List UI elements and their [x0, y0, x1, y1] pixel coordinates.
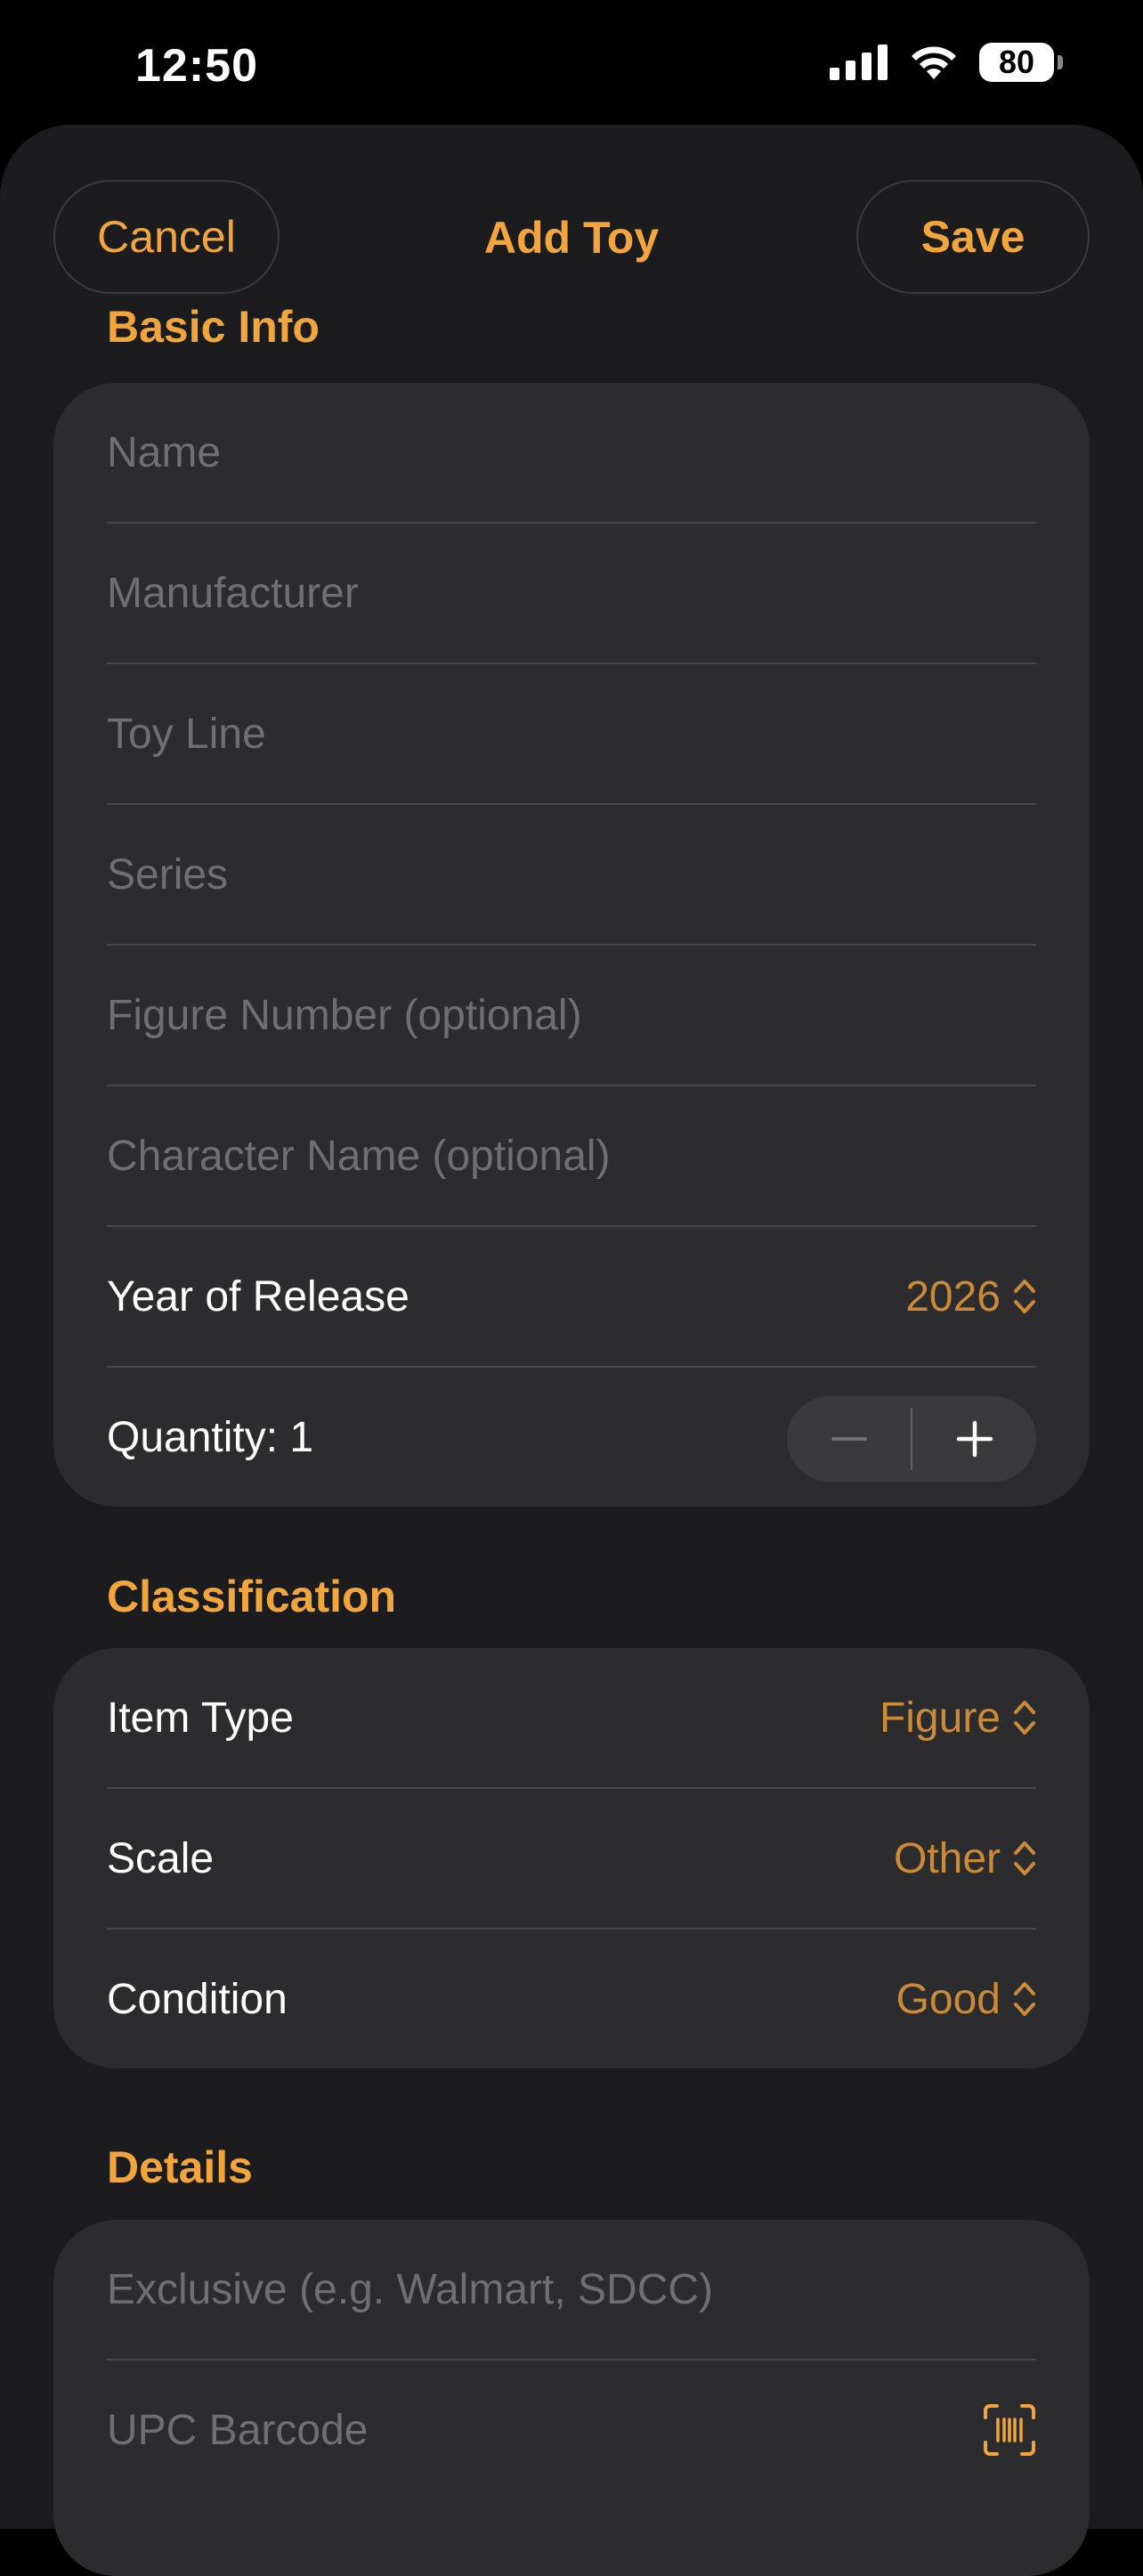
- basic-info-group: Name Manufacturer Toy Line Series Figure…: [53, 383, 1090, 1507]
- save-button[interactable]: Save: [856, 180, 1090, 294]
- status-icons: 80: [830, 43, 1063, 82]
- scale-row: Scale Other: [107, 1789, 1036, 1930]
- upc-barcode-field[interactable]: UPC Barcode: [107, 2361, 1036, 2499]
- section-header-basic-info: Basic Info: [107, 302, 320, 352]
- character-name-field[interactable]: Character Name (optional): [107, 1086, 1036, 1227]
- toy-line-placeholder: Toy Line: [107, 710, 266, 758]
- condition-row: Condition Good: [107, 1930, 1036, 2068]
- name-placeholder: Name: [107, 428, 222, 476]
- item-type-label: Item Type: [107, 1694, 294, 1742]
- manufacturer-placeholder: Manufacturer: [107, 569, 359, 617]
- status-time: 12:50: [135, 40, 258, 92]
- figure-number-field[interactable]: Figure Number (optional): [107, 946, 1036, 1086]
- chevron-up-down-icon: [1014, 1701, 1035, 1735]
- add-toy-sheet: Cancel Add Toy Save Basic Info Name Manu…: [0, 125, 1143, 2576]
- item-type-picker[interactable]: Figure: [880, 1648, 1036, 1787]
- details-group: Exclusive (e.g. Walmart, SDCC) UPC Barco…: [53, 2220, 1090, 2576]
- chevron-up-down-icon: [1014, 1280, 1035, 1313]
- section-header-details: Details: [107, 2142, 253, 2192]
- year-value: 2026: [905, 1272, 1001, 1321]
- chevron-up-down-icon: [1014, 1982, 1035, 2016]
- status-bar: 12:50 80: [0, 0, 1143, 125]
- decrement-button[interactable]: [787, 1396, 911, 1482]
- section-header-classification: Classification: [107, 1572, 397, 1621]
- battery-icon: 80: [979, 43, 1063, 82]
- scale-picker[interactable]: Other: [894, 1789, 1036, 1928]
- scale-label: Scale: [107, 1834, 215, 1882]
- upc-placeholder: UPC Barcode: [107, 2406, 369, 2454]
- quantity-row: Quantity: 1: [107, 1368, 1036, 1507]
- scale-value: Other: [893, 1834, 1001, 1882]
- character-name-placeholder: Character Name (optional): [107, 1132, 611, 1180]
- year-of-release-label: Year of Release: [107, 1272, 409, 1321]
- figure-number-placeholder: Figure Number (optional): [107, 991, 582, 1039]
- battery-level: 80: [998, 44, 1035, 80]
- exclusive-placeholder: Exclusive (e.g. Walmart, SDCC): [107, 2265, 713, 2313]
- classification-group: Item Type Figure Scale Other Condition G…: [53, 1648, 1090, 2068]
- battery-tip: [1058, 55, 1063, 69]
- increment-button[interactable]: [912, 1396, 1036, 1482]
- item-type-row: Item Type Figure: [107, 1648, 1036, 1789]
- condition-label: Condition: [107, 1975, 288, 2023]
- minus-icon: [831, 1437, 867, 1441]
- wifi-icon: [912, 46, 956, 79]
- toy-line-field[interactable]: Toy Line: [107, 664, 1036, 805]
- barcode-scan-icon[interactable]: [983, 2403, 1036, 2457]
- quantity-label: Quantity: 1: [107, 1413, 314, 1461]
- condition-picker[interactable]: Good: [896, 1930, 1036, 2068]
- year-picker[interactable]: 2026: [905, 1227, 1036, 1366]
- name-field[interactable]: Name: [107, 383, 1036, 524]
- year-of-release-row: Year of Release 2026: [107, 1227, 1036, 1368]
- manufacturer-field[interactable]: Manufacturer: [107, 524, 1036, 664]
- exclusive-field[interactable]: Exclusive (e.g. Walmart, SDCC): [107, 2220, 1036, 2361]
- cellular-signal-icon: [830, 45, 888, 80]
- quantity-stepper: [787, 1396, 1036, 1482]
- series-placeholder: Series: [107, 850, 229, 898]
- item-type-value: Figure: [879, 1694, 1001, 1742]
- plus-icon: [956, 1420, 993, 1458]
- condition-value: Good: [896, 1975, 1001, 2023]
- series-field[interactable]: Series: [107, 805, 1036, 946]
- chevron-up-down-icon: [1014, 1841, 1035, 1875]
